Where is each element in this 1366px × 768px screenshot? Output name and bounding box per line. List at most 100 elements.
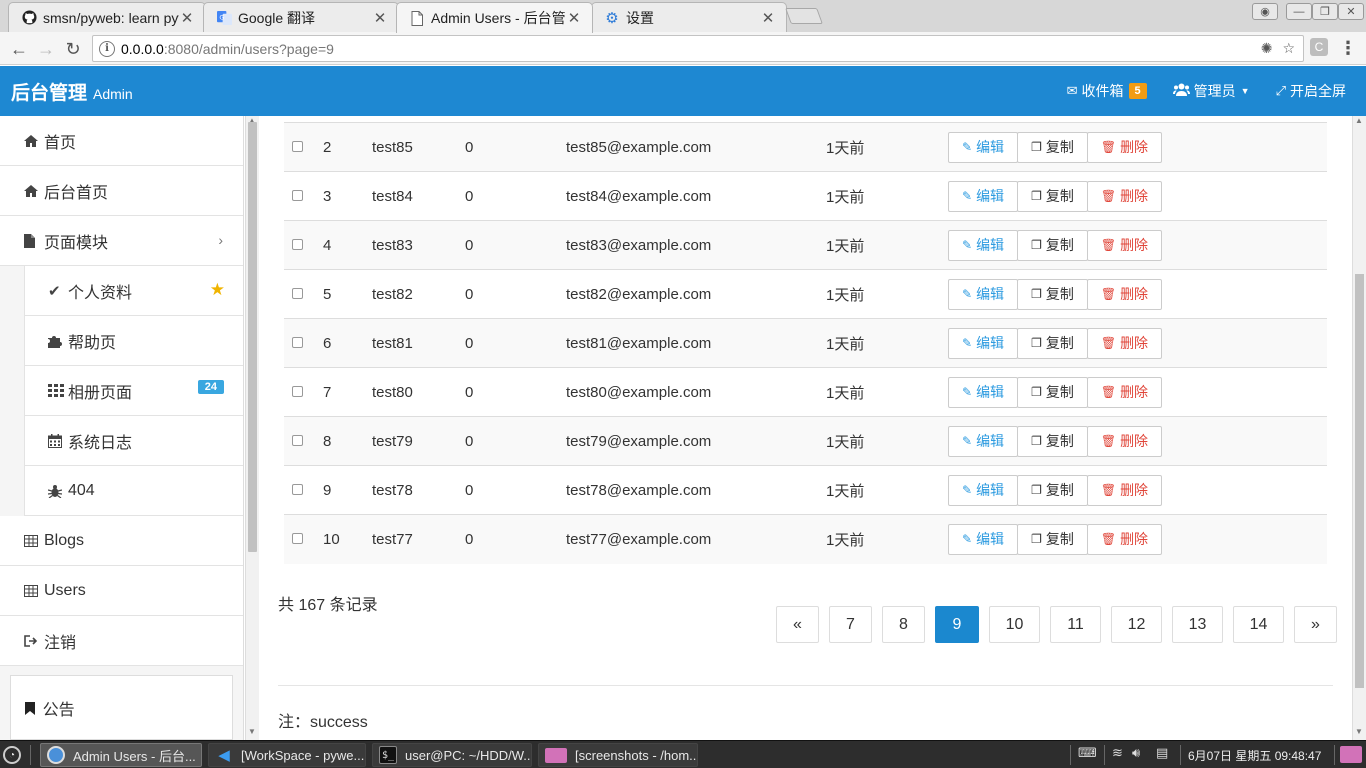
brand-title[interactable]: 后台管理 Admin [11,78,133,105]
copy-button[interactable]: ❐ 复制 [1017,278,1088,310]
clipboard-icon[interactable]: ▤ [1156,745,1168,761]
minimize-button[interactable]: — [1286,3,1312,20]
sidebar-item-home[interactable]: 首页 [0,116,243,166]
row-checkbox[interactable] [292,189,303,201]
sidebar-item-blogs[interactable]: Blogs [0,516,243,566]
pagination-prev[interactable]: « [776,606,819,643]
row-checkbox[interactable] [292,385,303,397]
sidebar-scroll-thumb[interactable] [248,122,257,552]
taskbar-item-vscode[interactable]: ◀ [WorkSpace - pywe... [208,743,366,767]
sidebar-item-logout[interactable]: 注销 [0,616,243,666]
row-checkbox[interactable] [292,238,303,250]
sidebar-item-admin-home[interactable]: 后台首页 [0,166,243,216]
profile-icon[interactable]: ◉ [1252,3,1278,20]
sidebar-item-system-log[interactable]: 系统日志 [24,416,243,466]
close-icon[interactable]: ✕ [179,9,195,27]
inbox-link[interactable]: ✉ 收件箱 5 [1067,81,1147,101]
browser-tab-google-translate[interactable]: G Google 翻译 ✕ [203,2,399,32]
delete-button[interactable]: 🗑︎ 删除 [1086,376,1163,408]
pagination-page[interactable]: 13 [1172,606,1223,643]
delete-button[interactable]: 🗑︎ 删除 [1086,425,1163,457]
forward-icon[interactable]: → [35,38,57,60]
cookie-icon[interactable]: ✺ [1261,40,1273,57]
row-checkbox[interactable] [292,336,303,348]
back-icon[interactable]: ← [8,38,30,60]
main-scrollbar[interactable]: ▲ ▼ [1352,116,1366,740]
scroll-down-icon[interactable]: ▼ [1355,727,1363,736]
info-icon[interactable]: i [99,40,115,57]
browser-tab-github[interactable]: smsn/pyweb: learn pyt ✕ [8,2,206,32]
edit-button[interactable]: ✎ 编辑 [948,376,1019,408]
admin-dropdown[interactable]: 管理员 ▼ [1172,81,1250,101]
taskbar-item-chrome[interactable]: Admin Users - 后台... [40,743,202,767]
row-checkbox[interactable] [292,532,303,544]
edit-button[interactable]: ✎ 编辑 [948,278,1019,310]
edit-button[interactable]: ✎ 编辑 [948,180,1019,212]
sidebar-item-users[interactable]: Users [0,566,243,616]
address-bar[interactable]: i 0.0.0.0 :8080/admin/users?page=9 ✺ ☆ [92,35,1304,62]
row-checkbox[interactable] [292,434,303,446]
pagination-page[interactable]: 11 [1050,606,1101,643]
row-checkbox[interactable] [292,483,303,495]
close-icon[interactable]: ✕ [760,9,776,27]
browser-menu-icon[interactable]: ⋮ [1339,37,1357,59]
close-icon[interactable]: ✕ [372,9,388,27]
delete-button[interactable]: 🗑︎ 删除 [1086,278,1163,310]
sidebar-item-profile[interactable]: ✔ 个人资料 ★ [24,266,243,316]
scroll-down-icon[interactable]: ▼ [248,727,256,736]
edit-button[interactable]: ✎ 编辑 [948,229,1019,261]
close-icon[interactable]: ✕ [566,9,582,27]
copy-button[interactable]: ❐ 复制 [1017,523,1088,555]
start-menu-icon[interactable]: ◔ [3,746,21,764]
pagination-page[interactable]: 12 [1111,606,1162,643]
wifi-icon[interactable]: ≋ [1112,745,1123,761]
edit-button[interactable]: ✎ 编辑 [948,474,1019,506]
copy-button[interactable]: ❐ 复制 [1017,474,1088,506]
delete-button[interactable]: 🗑︎ 删除 [1086,523,1163,555]
keyboard-icon[interactable]: ⌨ [1078,745,1097,761]
main-scroll-thumb[interactable] [1355,274,1364,688]
sidebar-item-page-modules[interactable]: 页面模块 › [0,216,243,266]
copy-button[interactable]: ❐ 复制 [1017,425,1088,457]
row-checkbox[interactable] [292,287,303,299]
sidebar-item-gallery[interactable]: 相册页面 24 [24,366,243,416]
copy-button[interactable]: ❐ 复制 [1017,229,1088,261]
copy-button[interactable]: ❐ 复制 [1017,327,1088,359]
sidebar-item-help[interactable]: 帮助页 [24,316,243,366]
browser-tab-admin-users[interactable]: Admin Users - 后台管理 ✕ [396,2,593,33]
edit-button[interactable]: ✎ 编辑 [948,327,1019,359]
show-desktop-icon[interactable] [1340,746,1362,763]
edit-button[interactable]: ✎ 编辑 [948,425,1019,457]
pagination-page[interactable]: 7 [829,606,872,643]
delete-button[interactable]: 🗑︎ 删除 [1086,131,1163,163]
browser-tab-settings[interactable]: ⚙ 设置 ✕ [591,2,787,32]
new-tab-button[interactable] [785,8,823,24]
taskbar-item-terminal[interactable]: $_ user@PC: ~/HDD/W... [372,743,532,767]
delete-button[interactable]: 🗑︎ 删除 [1086,327,1163,359]
maximize-button[interactable]: ❐ [1312,3,1338,20]
pagination-page[interactable]: 8 [882,606,925,643]
pagination-page[interactable]: 14 [1233,606,1284,643]
copy-button[interactable]: ❐ 复制 [1017,131,1088,163]
clock[interactable]: 6月07日 星期五 09:48:47 [1188,747,1321,764]
delete-button[interactable]: 🗑︎ 删除 [1086,229,1163,261]
copy-button[interactable]: ❐ 复制 [1017,376,1088,408]
scroll-up-icon[interactable]: ▲ [1355,116,1363,125]
volume-icon[interactable]: 🔊︎ [1132,745,1140,761]
bookmark-star-icon[interactable]: ☆ [1282,40,1295,57]
row-checkbox[interactable] [292,140,303,152]
delete-button[interactable]: 🗑︎ 删除 [1086,180,1163,212]
sidebar-scrollbar[interactable]: ▲ ▼ [245,116,259,740]
edit-button[interactable]: ✎ 编辑 [948,131,1019,163]
edit-button[interactable]: ✎ 编辑 [948,523,1019,555]
sidebar-item-404[interactable]: 404 [24,466,243,516]
pagination-page-current[interactable]: 9 [935,606,979,643]
copy-button[interactable]: ❐ 复制 [1017,180,1088,212]
taskbar-item-files[interactable]: [screenshots - /hom... [538,743,698,767]
pagination-next[interactable]: » [1294,606,1337,643]
delete-button[interactable]: 🗑︎ 删除 [1086,474,1163,506]
fullscreen-toggle[interactable]: ⤢ 开启全屏 [1276,81,1346,101]
window-close-button[interactable]: ✕ [1338,3,1364,20]
reload-icon[interactable]: ↻ [62,38,84,60]
extension-icon[interactable]: C [1310,38,1328,56]
